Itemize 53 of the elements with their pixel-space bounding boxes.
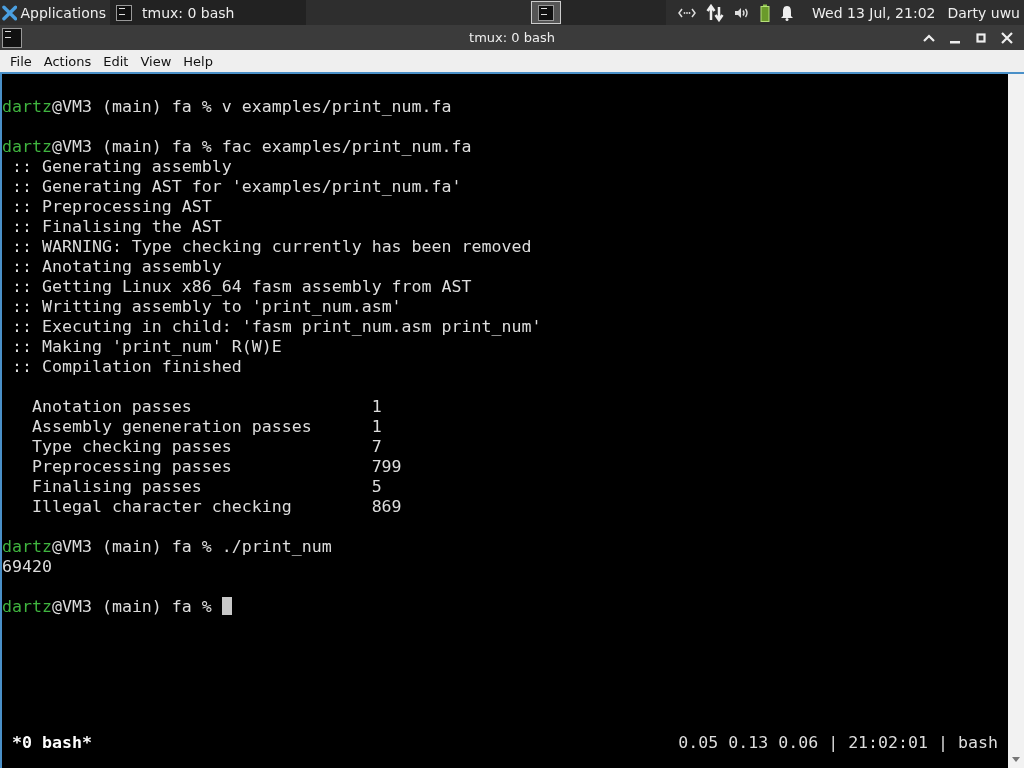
stat-label: Anotation passes	[31, 397, 193, 417]
output-line: :: Getting Linux x86_64 fasm assembly from AST	[11, 277, 472, 296]
menu-item[interactable]: View	[134, 53, 178, 69]
stat-value: 799	[371, 457, 402, 477]
transfer-arrows-icon	[706, 3, 725, 22]
window-title: tmux: 0 bash	[468, 30, 556, 45]
stat-label: Type checking passes	[31, 437, 233, 457]
tmux-window: *0 bash*	[12, 732, 92, 752]
output-line: :: WARNING: Type checking currently has been removed	[11, 237, 532, 256]
workspace-button[interactable]	[531, 1, 562, 24]
prompt-line: dartz@VM3 (main) fa % fac examples/print_num.fa	[2, 137, 472, 156]
stat-label: Preprocessing passes	[31, 457, 233, 477]
terminal-icon	[116, 4, 132, 21]
taskbar-button[interactable]: tmux: 0 bash	[110, 0, 306, 25]
output-line: :: Executing in child: 'fasm print_num.asm print_num'	[11, 317, 542, 336]
menu-item[interactable]: Edit	[97, 53, 135, 69]
bell-icon	[780, 4, 795, 21]
user-name[interactable]: Darty uwu	[947, 4, 1020, 21]
output-line: 69420	[2, 557, 52, 576]
stat-label: Finalising passes	[31, 477, 203, 497]
applications-menu[interactable]: Applications	[0, 0, 110, 25]
prompt-line: dartz@VM3 (main) fa % v examples/print_num.fa	[2, 97, 452, 116]
output-line: :: Compilation finished	[11, 357, 242, 376]
network-icon	[678, 6, 697, 19]
prompt-line: dartz@VM3 (main) fa %	[2, 597, 213, 616]
prompt-line: dartz@VM3 (main) fa % ./print_num	[2, 537, 332, 556]
output-line: :: Preprocessing AST	[11, 197, 212, 216]
maximize-button[interactable]	[974, 30, 988, 45]
clock[interactable]: Wed 13 Jul, 21:02	[812, 4, 936, 21]
battery-icon	[760, 3, 771, 22]
scroll-down-icon[interactable]	[1012, 757, 1020, 762]
terminal-icon	[2, 27, 22, 48]
close-button[interactable]	[1000, 30, 1014, 45]
output-line: :: Writting assembly to 'print_num.asm'	[11, 297, 402, 316]
tmux-status-info: 0.05 0.13 0.06 | 21:02:01 | bash	[678, 732, 998, 752]
output-line: :: Anotating assembly	[11, 257, 222, 276]
stat-label: Assembly geneneration passes	[31, 417, 313, 437]
output-line: :: Generating assembly	[11, 157, 232, 176]
terminal-icon	[538, 4, 555, 21]
stat-value: 5	[371, 477, 382, 497]
output-line: :: Generating AST for 'examples/print_num.fa'	[11, 177, 462, 196]
output-line: :: Finalising the AST	[11, 217, 222, 236]
stat-value: 869	[371, 497, 402, 517]
scrollbar[interactable]	[1008, 74, 1024, 768]
menu-item[interactable]: File	[4, 53, 38, 69]
stat-value: 1	[371, 397, 382, 417]
stat-value: 1	[371, 417, 382, 437]
stat-label: Illegal character checking	[31, 497, 293, 517]
x-logo-icon	[2, 4, 18, 21]
menu-item[interactable]: Help	[177, 53, 219, 69]
output-line: :: Making 'print_num' R(W)E	[11, 337, 282, 356]
stat-value: 7	[371, 437, 382, 457]
menu-item[interactable]: Actions	[37, 53, 98, 69]
